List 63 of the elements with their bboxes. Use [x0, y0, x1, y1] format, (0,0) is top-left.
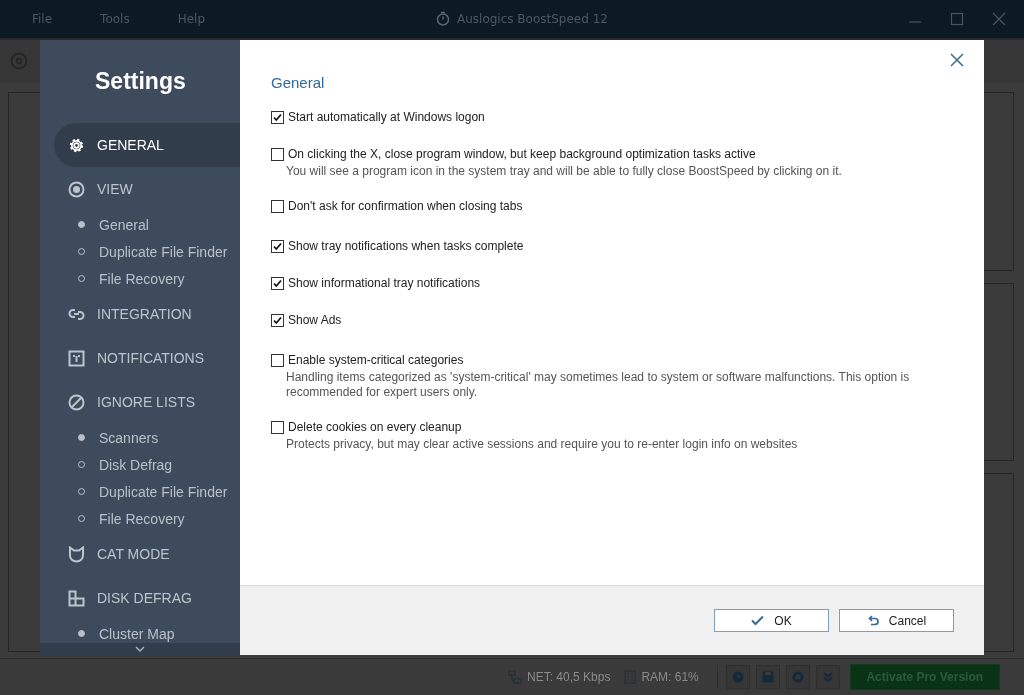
- subitem-label: Duplicate File Finder: [99, 483, 228, 500]
- option-label[interactable]: Start automatically at Windows logon: [288, 110, 485, 124]
- option-description: Handling items categorized as 'system-critical' may sometimes lead to system or software malfunctions. This option is recommended for expert users only.: [286, 370, 911, 400]
- subitem-label: Scanners: [99, 429, 159, 446]
- option-label[interactable]: Show tray notifications when tasks complete: [288, 239, 524, 253]
- nav-subitem[interactable]: File Recovery: [40, 265, 240, 292]
- nav-item[interactable]: INTEGRATION: [54, 292, 240, 336]
- chevron-down-icon[interactable]: [135, 646, 145, 652]
- blocks-icon: [68, 589, 85, 607]
- nav-item[interactable]: VIEW: [54, 167, 240, 211]
- net-reading: NET: 40,5 Kbps: [527, 670, 611, 684]
- window-title: Auslogics BoostSpeed 12: [457, 11, 608, 26]
- checkbox[interactable]: [271, 147, 284, 161]
- gear-icon: [68, 136, 85, 154]
- option-description: Protects privacy, but may clear active sessions and require you to re-enter login info on websites: [286, 437, 799, 452]
- nav-item[interactable]: DISK DEFRAG: [54, 576, 240, 620]
- checkbox[interactable]: [271, 276, 284, 290]
- nav-item[interactable]: CAT MODE: [54, 532, 240, 576]
- checkbox[interactable]: [271, 110, 284, 124]
- close-icon[interactable]: [950, 53, 964, 67]
- settings-title: Settings: [94, 67, 187, 96]
- subitem-label: General: [99, 216, 149, 233]
- checkmark-icon: [751, 615, 765, 626]
- subitem-label: File Recovery: [99, 270, 185, 287]
- nav-item[interactable]: GENERAL: [54, 123, 240, 167]
- checkbox[interactable]: [271, 313, 284, 327]
- cat-icon: [68, 545, 85, 563]
- checkbox[interactable]: [271, 239, 284, 253]
- ban-icon: [68, 393, 85, 411]
- option-label[interactable]: Delete cookies on every cleanup: [288, 420, 462, 434]
- eye-icon: [68, 180, 85, 198]
- checkbox[interactable]: [271, 353, 284, 367]
- option-label[interactable]: Don't ask for confirmation when closing tabs: [288, 199, 523, 213]
- save-icon: [761, 671, 774, 683]
- nav-subitem[interactable]: File Recovery: [40, 505, 240, 532]
- option-label[interactable]: Show informational tray notifications: [288, 276, 481, 290]
- gear-icon: [791, 671, 804, 683]
- nav-subitem[interactable]: Cluster Map: [40, 620, 240, 643]
- checkbox[interactable]: [271, 420, 284, 434]
- nav-item[interactable]: IGNORE LISTS: [54, 380, 240, 424]
- subitem-label: File Recovery: [99, 510, 185, 527]
- option-label[interactable]: On clicking the X, close program window, but keep background optimization tasks active: [288, 147, 756, 161]
- nav-subitem[interactable]: General: [40, 211, 240, 238]
- option-label[interactable]: Show Ads: [288, 313, 342, 327]
- clock-icon: [731, 671, 744, 683]
- ok-button[interactable]: OK: [714, 609, 829, 632]
- subitem-label: Disk Defrag: [99, 456, 173, 473]
- option-label[interactable]: Enable system-critical categories: [288, 353, 464, 367]
- subitem-label: Duplicate File Finder: [99, 243, 228, 260]
- ram-reading: RAM: 61%: [641, 670, 699, 684]
- checkbox[interactable]: [271, 199, 284, 213]
- double-chevron-icon: [821, 671, 834, 683]
- nav-subitem[interactable]: Duplicate File Finder: [40, 238, 240, 265]
- section-heading: General: [271, 74, 326, 91]
- option-description: You will see a program icon in the system tray and will be able to fully close BoostSpeed by clicking on it.: [286, 164, 843, 179]
- undo-icon: [866, 615, 879, 626]
- nav-subitem[interactable]: Disk Defrag: [40, 451, 240, 478]
- cancel-button[interactable]: Cancel: [839, 609, 954, 632]
- nav-item[interactable]: NOTIFICATIONS: [54, 336, 240, 380]
- nav-subitem[interactable]: Scanners: [40, 424, 240, 451]
- subitem-label: Cluster Map: [99, 625, 175, 642]
- nav-subitem[interactable]: Duplicate File Finder: [40, 478, 240, 505]
- stopwatch-icon: [436, 11, 450, 26]
